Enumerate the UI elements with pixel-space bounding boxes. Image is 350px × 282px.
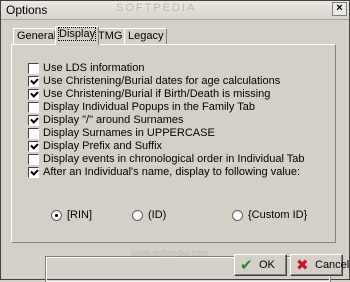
checkbox[interactable] <box>28 141 39 152</box>
option-label: After an Individual's name, display to f… <box>43 166 301 178</box>
tab-label: Display <box>57 27 97 41</box>
tab-label: General <box>17 30 57 42</box>
radio-label: (ID) <box>148 209 167 221</box>
checkbox[interactable] <box>28 154 39 165</box>
tab-label: TMG <box>98 30 123 42</box>
checkbox[interactable] <box>28 63 39 74</box>
ok-label: OK <box>259 259 275 271</box>
option-label: Use Christening/Burial if Birth/Death is… <box>43 88 271 100</box>
display-value-groupbox <box>45 256 331 282</box>
option-label: Display Surnames in UPPERCASE <box>43 127 215 139</box>
option-label: Use Christening/Burial dates for age cal… <box>43 75 281 87</box>
checkbox[interactable] <box>28 89 39 100</box>
checkmark-icon <box>30 141 39 150</box>
x-icon: ✖ <box>296 257 309 274</box>
tab-general[interactable]: General <box>13 28 61 44</box>
window-title: Options <box>6 3 48 17</box>
checkmark-icon <box>30 115 39 124</box>
options-dialog: Options SOFTPEDIA × General Display TMG … <box>0 0 350 282</box>
radio-label: {Custom ID} <box>248 209 308 221</box>
checkmark-icon <box>30 89 39 98</box>
radio-dot-icon <box>55 214 58 217</box>
checkbox[interactable] <box>28 115 39 126</box>
watermark: SOFTPEDIA <box>116 2 197 14</box>
checkbox[interactable] <box>28 76 39 87</box>
option-label: Use LDS information <box>43 62 145 74</box>
tab-display[interactable]: Display <box>55 26 100 45</box>
checkmark-icon <box>30 76 39 85</box>
tab-legacy[interactable]: Legacy <box>124 28 168 44</box>
footer-watermark: www.softpedia.com <box>131 248 209 258</box>
radio-button[interactable] <box>232 210 243 221</box>
tab-label: Legacy <box>128 30 164 42</box>
checkbox[interactable] <box>28 128 39 139</box>
ok-button[interactable]: ✔ OK <box>234 254 287 276</box>
radio-button[interactable] <box>132 210 143 221</box>
cancel-button[interactable]: ✖ Cancel <box>290 254 349 276</box>
checkmark-icon <box>30 167 39 176</box>
close-button[interactable]: × <box>332 2 347 16</box>
close-icon: × <box>336 2 343 14</box>
title-bar[interactable]: Options SOFTPEDIA × <box>1 1 349 20</box>
option-label: Display Individual Popups in the Family … <box>43 101 255 113</box>
option-label: Display "/" around Surnames <box>43 114 184 126</box>
cancel-label: Cancel <box>315 259 350 271</box>
radio-button[interactable] <box>51 210 62 221</box>
checkbox[interactable] <box>28 167 39 178</box>
radio-label: [RIN] <box>67 209 93 221</box>
option-label: Display Prefix and Suffix <box>43 140 163 152</box>
checkmark-icon: ✔ <box>240 257 253 274</box>
checkbox[interactable] <box>28 102 39 113</box>
option-label: Display events in chronological order in… <box>43 153 305 165</box>
